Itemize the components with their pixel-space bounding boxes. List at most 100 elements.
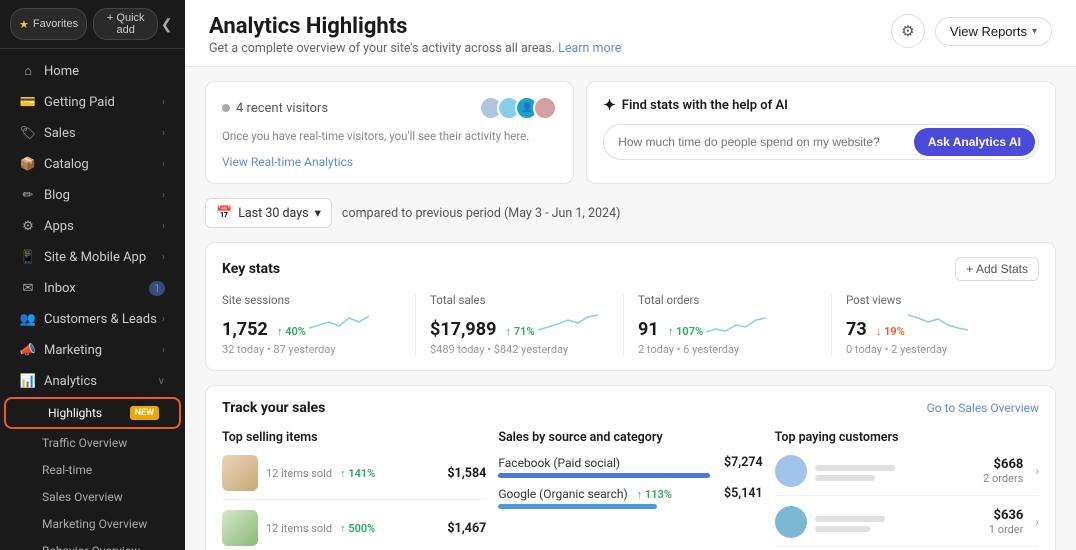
customer-price: $636 <box>989 508 1024 523</box>
ai-search-input[interactable] <box>604 127 911 157</box>
source-bar <box>498 473 709 478</box>
chevron-right-icon: › <box>1035 464 1039 478</box>
main-body: 4 recent visitors 👤 Once you have real-t… <box>185 67 1076 550</box>
learn-more-link[interactable]: Learn more <box>558 41 621 56</box>
page-title: Analytics Highlights <box>209 14 621 39</box>
sidebar-item-inbox[interactable]: ✉ Inbox 1 <box>6 273 179 303</box>
top-customers-section: Top paying customers $668 2 orders › <box>775 430 1039 550</box>
quick-add-button[interactable]: + Quick add <box>93 8 158 40</box>
stat-value-row: 1,752 ↑ 40% <box>222 310 401 340</box>
chevron-right-icon: › <box>162 190 165 201</box>
stat-sub: 0 today • 2 yesterday <box>846 343 1025 356</box>
sparkline-chart <box>706 310 766 335</box>
source-value: $5,141 <box>724 486 763 501</box>
stat-value-row: $17,989 ↑ 71% <box>430 310 609 340</box>
visitors-count-label: 4 recent visitors <box>236 101 328 116</box>
view-reports-label: View Reports <box>950 24 1027 39</box>
home-icon: ⌂ <box>20 63 36 79</box>
star-icon: ★ <box>19 18 29 31</box>
product-details: 12 items sold <box>266 467 332 480</box>
sidebar-item-traffic-overview[interactable]: Traffic Overview <box>6 430 179 456</box>
chevron-right-icon: › <box>162 314 165 325</box>
sidebar-item-label: Sales <box>44 126 76 141</box>
settings-button[interactable]: ⚙ <box>891 14 925 48</box>
add-stats-button[interactable]: + Add Stats <box>955 257 1039 281</box>
apps-icon: ⚙ <box>20 218 36 234</box>
gear-icon: ⚙ <box>901 22 914 40</box>
sidebar-top-bar: ★ Favorites + Quick add ❮ <box>0 0 185 49</box>
sidebar-item-sales-overview[interactable]: Sales Overview <box>6 484 179 510</box>
period-label: Last 30 days <box>238 206 308 221</box>
ai-stats-card: ✦ Find stats with the help of AI Ask Ana… <box>586 81 1056 184</box>
highlights-label: Highlights <box>48 406 124 420</box>
key-stats-title: Key stats <box>222 261 280 277</box>
sidebar-item-sales[interactable]: 🏷 Sales › <box>6 118 179 148</box>
sidebar-item-label: Catalog <box>44 157 89 172</box>
chevron-down-icon: ∨ <box>158 376 165 387</box>
sidebar-item-label: Blog <box>44 188 70 203</box>
sidebar-item-blog[interactable]: ✏ Blog › <box>6 180 179 210</box>
sidebar-item-label: Home <box>44 64 79 79</box>
product-change: ↑ 500% <box>340 522 375 535</box>
list-item: 12 items sold ↑ 141% $1,584 <box>222 455 486 500</box>
stat-total-sales: Total sales $17,989 ↑ 71% $489 today • $… <box>416 293 624 356</box>
product-sold-count: 12 items sold <box>266 522 332 535</box>
sidebar-item-marketing-overview[interactable]: Marketing Overview <box>6 511 179 537</box>
sparkline-chart <box>538 310 598 335</box>
chevron-right-icon: › <box>162 159 165 170</box>
chevron-right-icon: › <box>162 252 165 263</box>
sidebar-item-label: Marketing <box>44 343 102 358</box>
stat-change: ↑ 40% <box>277 325 306 338</box>
sidebar-item-home[interactable]: ⌂ Home <box>6 56 179 86</box>
customer-amount: $668 2 orders <box>983 457 1023 485</box>
sidebar-item-marketing[interactable]: 📣 Marketing › <box>6 335 179 365</box>
customer-orders: 2 orders <box>983 472 1023 485</box>
customer-info <box>815 513 981 532</box>
view-reports-button[interactable]: View Reports ▾ <box>935 17 1052 46</box>
source-row: Facebook (Paid social) $7,274 <box>498 455 762 470</box>
sidebar-item-customers-leads[interactable]: 👥 Customers & Leads › <box>6 304 179 334</box>
favorites-button[interactable]: ★ Favorites <box>10 8 87 40</box>
comparison-label: compared to previous period (May 3 - Jun… <box>342 206 621 221</box>
stat-post-views: Post views 73 ↓ 19% 0 today • 2 yesterda… <box>832 293 1039 356</box>
inbox-icon: ✉ <box>20 280 36 296</box>
track-sales-header: Track your sales Go to Sales Overview <box>222 400 1039 416</box>
stat-sub: 2 today • 6 yesterday <box>638 343 817 356</box>
getting-paid-icon: 💳 <box>20 94 36 110</box>
product-price: $1,467 <box>447 521 486 536</box>
sidebar-item-highlights[interactable]: Highlights NEW <box>12 400 173 426</box>
visitors-body: Once you have real-time visitors, you'll… <box>222 128 557 145</box>
sidebar-item-getting-paid[interactable]: 💳 Getting Paid › <box>6 87 179 117</box>
stat-label: Total orders <box>638 293 817 307</box>
chevron-right-icon: › <box>162 97 165 108</box>
sidebar-item-apps[interactable]: ⚙ Apps › <box>6 211 179 241</box>
sidebar-item-analytics[interactable]: 📊 Analytics ∨ <box>6 366 179 396</box>
chevron-right-icon: › <box>162 221 165 232</box>
subtitle-text: Get a complete overview of your site's a… <box>209 41 558 56</box>
go-to-sales-overview-link[interactable]: Go to Sales Overview <box>927 401 1039 415</box>
sidebar-item-catalog[interactable]: 📦 Catalog › <box>6 149 179 179</box>
ask-ai-button[interactable]: Ask Analytics AI <box>914 128 1035 156</box>
sidebar-item-site-mobile-app[interactable]: 📱 Site & Mobile App › <box>6 242 179 272</box>
visitor-dot-icon <box>222 104 230 112</box>
sparkline-chart <box>908 310 968 335</box>
catalog-icon: 📦 <box>20 156 36 172</box>
chevron-down-icon: ▾ <box>315 205 321 221</box>
sidebar-item-behavior-overview[interactable]: Behavior Overview <box>6 538 179 550</box>
ai-input-row: Ask Analytics AI <box>603 124 1039 160</box>
key-stats-header: Key stats + Add Stats <box>222 257 1039 281</box>
product-details: 12 items sold <box>266 522 332 535</box>
stat-label: Post views <box>846 293 1025 307</box>
view-realtime-link[interactable]: View Real-time Analytics <box>222 155 557 169</box>
ai-card-header: ✦ Find stats with the help of AI <box>603 96 1039 114</box>
collapse-sidebar-button[interactable]: ❮ <box>158 15 175 33</box>
stat-change: ↑ 71% <box>506 325 535 338</box>
stat-value-row: 73 ↓ 19% <box>846 310 1025 340</box>
sidebar-item-real-time[interactable]: Real-time <box>6 457 179 483</box>
page-header: Analytics Highlights Get a complete over… <box>185 0 1076 67</box>
stats-grid: Site sessions 1,752 ↑ 40% 32 today • 87 … <box>222 293 1039 356</box>
period-dropdown[interactable]: 📅 Last 30 days ▾ <box>205 198 332 228</box>
sparkline-chart <box>309 310 369 335</box>
product-thumbnail <box>222 455 258 491</box>
customer-avatar <box>775 455 807 487</box>
